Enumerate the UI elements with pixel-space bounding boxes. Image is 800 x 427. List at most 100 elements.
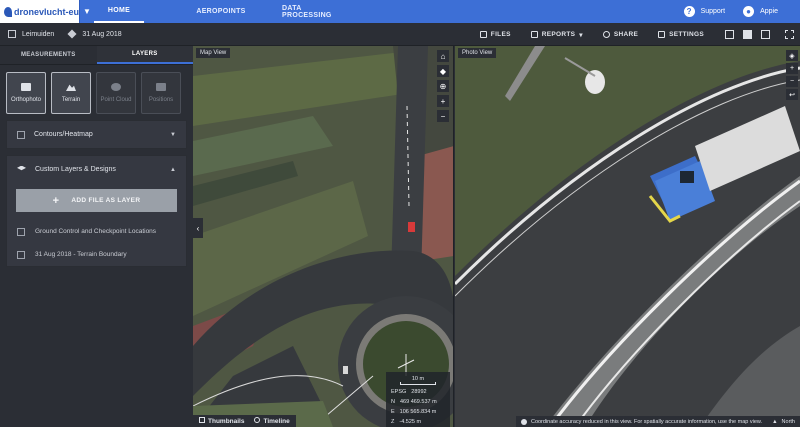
photo-view-button[interactable] — [756, 23, 774, 46]
tab-measurements[interactable]: MEASUREMENTS — [0, 46, 97, 64]
help-icon[interactable]: ? — [683, 6, 695, 17]
site-toolbar: Leimuiden 31 Aug 2018 FILES REPORTS ▾ SH… — [0, 23, 800, 46]
fullscreen-button[interactable] — [780, 23, 798, 46]
orthophoto-label: Orthophoto — [10, 97, 42, 103]
epsg-row: EPSG 28992 — [391, 389, 445, 395]
gcp-layer-row[interactable]: Ground Control and Checkpoint Locations — [7, 220, 186, 243]
single-view-icon — [724, 30, 734, 39]
info-icon — [520, 418, 527, 425]
contours-panel: Contours/Heatmap ▼ — [6, 120, 187, 149]
map-view-label: Map View — [196, 48, 231, 58]
collapse-sidebar-icon[interactable]: ‹ — [193, 218, 203, 238]
north-label: North — [781, 418, 795, 425]
timeline-button[interactable]: Timeline — [254, 417, 290, 425]
return-icon[interactable]: ↩ — [786, 89, 798, 100]
top-right-links: ? Support ● Appie — [683, 0, 800, 23]
thumbnails-icon — [199, 417, 205, 423]
reports-icon — [530, 31, 538, 38]
breadcrumb-site[interactable]: Leimuiden — [22, 31, 54, 38]
nav-tab-home[interactable]: HOME — [94, 0, 144, 23]
site-map-icon[interactable] — [8, 30, 16, 38]
user-avatar-icon[interactable]: ● — [743, 6, 755, 17]
boundary-checkbox[interactable] — [17, 250, 25, 259]
photo-view-icon — [760, 30, 770, 39]
chevron-up-icon[interactable]: ▲ — [170, 167, 176, 173]
compass-icon[interactable]: ◆ — [437, 65, 449, 77]
breadcrumb-date[interactable]: 31 Aug 2018 — [82, 31, 121, 38]
clock-icon — [254, 417, 261, 423]
positions-layer-button[interactable]: Positions — [141, 72, 181, 114]
reports-button[interactable]: REPORTS ▾ — [521, 31, 593, 39]
photo-view[interactable]: Photo View ◈ + − ↩ Coordinate accuracy r… — [455, 46, 800, 427]
map-view[interactable]: Map View ⌂ ◆ ⊕ + − ‹ 10 m EPSG 28992 N 4… — [193, 46, 454, 427]
add-file-as-layer-button[interactable]: + ADD FILE AS LAYER — [16, 189, 177, 212]
easting-row: E 106 565.834 m — [391, 409, 445, 415]
boundary-layer-row[interactable]: 31 Aug 2018 - Terrain Boundary — [7, 243, 186, 266]
chevron-down-icon[interactable]: ▼ — [170, 132, 176, 138]
camera-icon — [156, 83, 166, 91]
aerial-map-image — [193, 46, 453, 427]
globe-icon[interactable]: ⊕ — [437, 80, 449, 92]
survey-cube-icon — [67, 29, 77, 39]
zoom-in-icon[interactable]: + — [786, 63, 798, 74]
logo-text: dronevlucht-eu — [13, 6, 79, 17]
scale-bar: 10 m — [391, 376, 445, 385]
gear-icon — [658, 31, 666, 38]
layers-sidebar: MEASUREMENTS LAYERS Orthophoto Terrain P… — [0, 46, 193, 427]
support-link[interactable]: Support — [701, 8, 726, 15]
contours-checkbox[interactable] — [17, 130, 25, 139]
gcp-checkbox[interactable] — [17, 227, 25, 236]
logo-dropdown-icon[interactable]: ▼ — [80, 0, 94, 23]
drone-photo-image — [455, 46, 800, 427]
photo-controls: ◈ + − ↩ — [786, 50, 798, 100]
user-name-link[interactable]: Appie — [760, 8, 778, 15]
coordinate-readout: 10 m EPSG 28992 N 469 469.537 m E 106 56… — [386, 372, 450, 427]
tab-layers[interactable]: LAYERS — [96, 46, 193, 64]
elevation-row: Z -4.525 m — [391, 419, 445, 425]
image-icon — [21, 83, 31, 91]
z-label: Z — [391, 419, 395, 425]
northing-row: N 469 469.537 m — [391, 399, 445, 405]
share-icon — [602, 31, 610, 38]
boundary-label: 31 Aug 2018 - Terrain Boundary — [35, 251, 127, 258]
scale-bar-graphic — [400, 382, 436, 385]
n-value: 469 469.537 m — [399, 399, 437, 405]
terrain-layer-button[interactable]: Terrain — [51, 72, 91, 114]
thumbnails-button[interactable]: Thumbnails — [199, 417, 244, 425]
layers-stack-icon[interactable]: ◈ — [786, 50, 798, 61]
map-controls: ⌂ ◆ ⊕ + − — [437, 50, 449, 122]
fullscreen-icon — [784, 30, 794, 39]
nav-tab-data-processing[interactable]: DATA PROCESSING — [282, 0, 352, 23]
zoom-in-icon[interactable]: + — [437, 95, 449, 107]
pointcloud-layer-button[interactable]: Point Cloud — [96, 72, 136, 114]
zoom-out-icon[interactable]: − — [437, 110, 449, 122]
custom-layers-header[interactable]: Custom Layers & Designs ▲ — [7, 156, 186, 183]
single-view-button[interactable] — [720, 23, 738, 46]
nav-tab-aeropoints[interactable]: AEROPOINTS — [186, 0, 256, 23]
home-icon[interactable]: ⌂ — [437, 50, 449, 62]
app-logo[interactable]: dronevlucht-eu — [0, 0, 80, 23]
epsg-label: EPSG — [391, 389, 407, 395]
timeline-label: Timeline — [263, 418, 290, 425]
base-layer-selector: Orthophoto Terrain Point Cloud Positions — [0, 65, 193, 120]
zoom-out-icon[interactable]: − — [786, 76, 798, 87]
e-value: 106 565.834 m — [399, 409, 437, 415]
terrain-label: Terrain — [61, 97, 81, 103]
accuracy-notice-text: Coordinate accuracy reduced in this view… — [530, 418, 763, 425]
breadcrumb: Leimuiden 31 Aug 2018 — [0, 29, 122, 39]
photo-view-label: Photo View — [458, 48, 497, 58]
files-button[interactable]: FILES — [470, 31, 521, 38]
files-label: FILES — [490, 31, 511, 38]
share-label: SHARE — [613, 31, 639, 38]
chevron-down-icon: ▾ — [579, 31, 583, 39]
custom-layers-label: Custom Layers & Designs — [35, 166, 116, 173]
plus-icon: + — [52, 194, 60, 207]
settings-button[interactable]: SETTINGS — [648, 31, 714, 38]
share-button[interactable]: SHARE — [593, 31, 648, 38]
contours-toggle[interactable]: Contours/Heatmap ▼ — [7, 121, 186, 148]
split-view-button[interactable] — [738, 23, 756, 46]
accuracy-notice: Coordinate accuracy reduced in this view… — [515, 416, 800, 427]
reports-label: REPORTS — [541, 31, 576, 38]
e-label: E — [391, 409, 395, 415]
orthophoto-layer-button[interactable]: Orthophoto — [6, 72, 46, 114]
